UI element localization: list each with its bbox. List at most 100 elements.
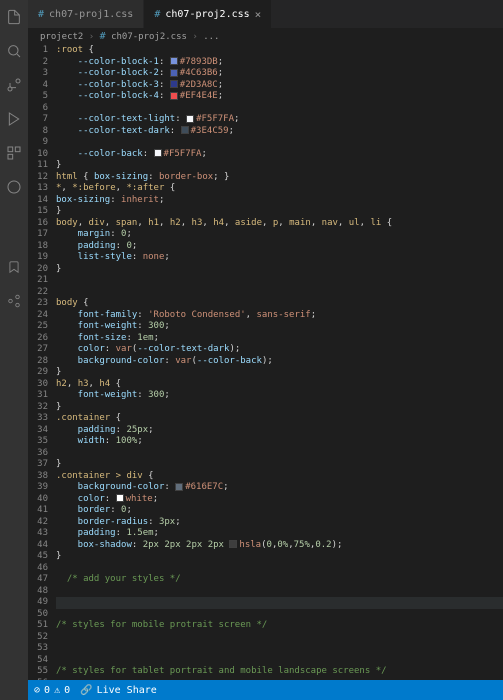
code-line[interactable]: color: var(--color-text-dark); <box>56 344 503 356</box>
code-line[interactable]: --color-block-4: #EF4E4E; <box>56 91 503 103</box>
code-line[interactable] <box>56 632 503 644</box>
color-swatch <box>116 494 124 502</box>
code-area[interactable]: :root { --color-block-1: #7893DB; --colo… <box>56 45 503 680</box>
css-icon: # <box>100 31 106 42</box>
extensions-icon[interactable] <box>5 144 23 162</box>
error-count: 0 <box>44 685 50 696</box>
search-icon[interactable] <box>5 42 23 60</box>
code-line[interactable] <box>56 609 503 621</box>
circle-icon[interactable] <box>5 178 23 196</box>
code-line[interactable] <box>56 287 503 299</box>
warning-count: 0 <box>64 685 70 696</box>
code-line[interactable]: } <box>56 402 503 414</box>
chevron-icon: › <box>192 32 203 42</box>
line-numbers: 1234567891011121314151617181920212223242… <box>28 45 56 680</box>
warning-icon: ⚠ <box>54 685 60 696</box>
code-line[interactable]: body { <box>56 298 503 310</box>
color-swatch <box>170 69 178 77</box>
code-line[interactable]: padding: 1.5em; <box>56 528 503 540</box>
code-line[interactable]: } <box>56 459 503 471</box>
code-line[interactable]: body, div, span, h1, h2, h3, h4, aside, … <box>56 218 503 230</box>
code-line[interactable] <box>56 137 503 149</box>
code-line[interactable]: --color-block-1: #7893DB; <box>56 57 503 69</box>
code-line[interactable]: font-weight: 300; <box>56 321 503 333</box>
chevron-icon: › <box>89 32 100 42</box>
share-icon[interactable] <box>5 292 23 310</box>
color-swatch <box>181 126 189 134</box>
code-line[interactable]: padding: 0; <box>56 241 503 253</box>
code-line[interactable]: } <box>56 206 503 218</box>
code-line[interactable] <box>56 563 503 575</box>
activity-bar <box>0 0 28 700</box>
code-line[interactable]: } <box>56 160 503 172</box>
color-swatch <box>170 80 178 88</box>
tab-label: ch07-proj2.css <box>165 9 249 20</box>
code-line[interactable]: padding: 25px; <box>56 425 503 437</box>
code-line[interactable]: font-weight: 300; <box>56 390 503 402</box>
tab-file-2[interactable]: # ch07-proj2.css × <box>144 0 272 28</box>
code-line[interactable]: background-color: #616E7C; <box>56 482 503 494</box>
code-line[interactable]: --color-text-light: #F5F7FA; <box>56 114 503 126</box>
code-line[interactable]: box-sizing: inherit; <box>56 195 503 207</box>
code-line[interactable]: :root { <box>56 45 503 57</box>
css-icon: # <box>154 9 160 20</box>
code-line[interactable]: box-shadow: 2px 2px 2px 2px hsla(0,0%,75… <box>56 540 503 552</box>
code-line[interactable]: /* add your styles */ <box>56 574 503 586</box>
tab-bar: # ch07-proj1.css # ch07-proj2.css × <box>28 0 503 28</box>
main-area: # ch07-proj1.css # ch07-proj2.css × proj… <box>28 0 503 700</box>
code-line[interactable]: width: 100%; <box>56 436 503 448</box>
status-live-share[interactable]: 🔗 Live Share <box>80 685 157 696</box>
live-share-label: Live Share <box>97 685 157 696</box>
code-line[interactable]: list-style: none; <box>56 252 503 264</box>
bookmark-icon[interactable] <box>5 258 23 276</box>
live-share-icon: 🔗 <box>80 685 92 696</box>
color-swatch <box>154 149 162 157</box>
code-line[interactable]: /* styles for tablet portrait and mobile… <box>56 666 503 678</box>
code-line[interactable]: h2, h3, h4 { <box>56 379 503 391</box>
code-line[interactable]: } <box>56 264 503 276</box>
color-swatch <box>175 483 183 491</box>
code-line[interactable]: font-family: 'Roboto Condensed', sans-se… <box>56 310 503 322</box>
code-line[interactable]: *, *:before, *:after { <box>56 183 503 195</box>
code-line[interactable]: html { box-sizing: border-box; } <box>56 172 503 184</box>
code-line[interactable]: --color-text-dark: #3E4C59; <box>56 126 503 138</box>
status-errors-warnings[interactable]: ⊘ 0 ⚠ 0 <box>34 685 70 696</box>
code-line[interactable] <box>56 586 503 598</box>
color-swatch <box>186 115 194 123</box>
color-swatch <box>170 92 178 100</box>
code-line[interactable]: --color-block-3: #2D3A8C; <box>56 80 503 92</box>
tab-file-1[interactable]: # ch07-proj1.css <box>28 0 144 28</box>
breadcrumb[interactable]: project2 › # ch07-proj2.css › ... <box>28 28 503 45</box>
code-line[interactable] <box>56 643 503 655</box>
code-line[interactable]: font-size: 1em; <box>56 333 503 345</box>
source-control-icon[interactable] <box>5 76 23 94</box>
code-line[interactable]: .container > div { <box>56 471 503 483</box>
css-icon: # <box>38 9 44 20</box>
code-line[interactable]: border: 0; <box>56 505 503 517</box>
code-line[interactable]: /* styles for mobile protrait screen */ <box>56 620 503 632</box>
code-line[interactable] <box>56 597 503 609</box>
code-line[interactable] <box>56 103 503 115</box>
code-line[interactable]: background-color: var(--color-back); <box>56 356 503 368</box>
breadcrumb-part: project2 <box>40 32 83 42</box>
code-line[interactable]: } <box>56 367 503 379</box>
breadcrumb-part: ch07-proj2.css <box>111 32 187 42</box>
editor[interactable]: 1234567891011121314151617181920212223242… <box>28 45 503 680</box>
code-line[interactable]: } <box>56 551 503 563</box>
code-line[interactable] <box>56 275 503 287</box>
debug-icon[interactable] <box>5 110 23 128</box>
breadcrumb-part: ... <box>203 32 219 42</box>
tab-label: ch07-proj1.css <box>49 9 133 20</box>
code-line[interactable]: border-radius: 3px; <box>56 517 503 529</box>
code-line[interactable]: --color-block-2: #4C63B6; <box>56 68 503 80</box>
files-icon[interactable] <box>5 8 23 26</box>
color-swatch <box>170 57 178 65</box>
code-line[interactable]: color: white; <box>56 494 503 506</box>
code-line[interactable]: --color-back: #F5F7FA; <box>56 149 503 161</box>
code-line[interactable] <box>56 655 503 667</box>
code-line[interactable]: margin: 0; <box>56 229 503 241</box>
close-icon[interactable]: × <box>255 8 262 21</box>
code-line[interactable]: .container { <box>56 413 503 425</box>
color-swatch <box>229 540 237 548</box>
code-line[interactable] <box>56 448 503 460</box>
